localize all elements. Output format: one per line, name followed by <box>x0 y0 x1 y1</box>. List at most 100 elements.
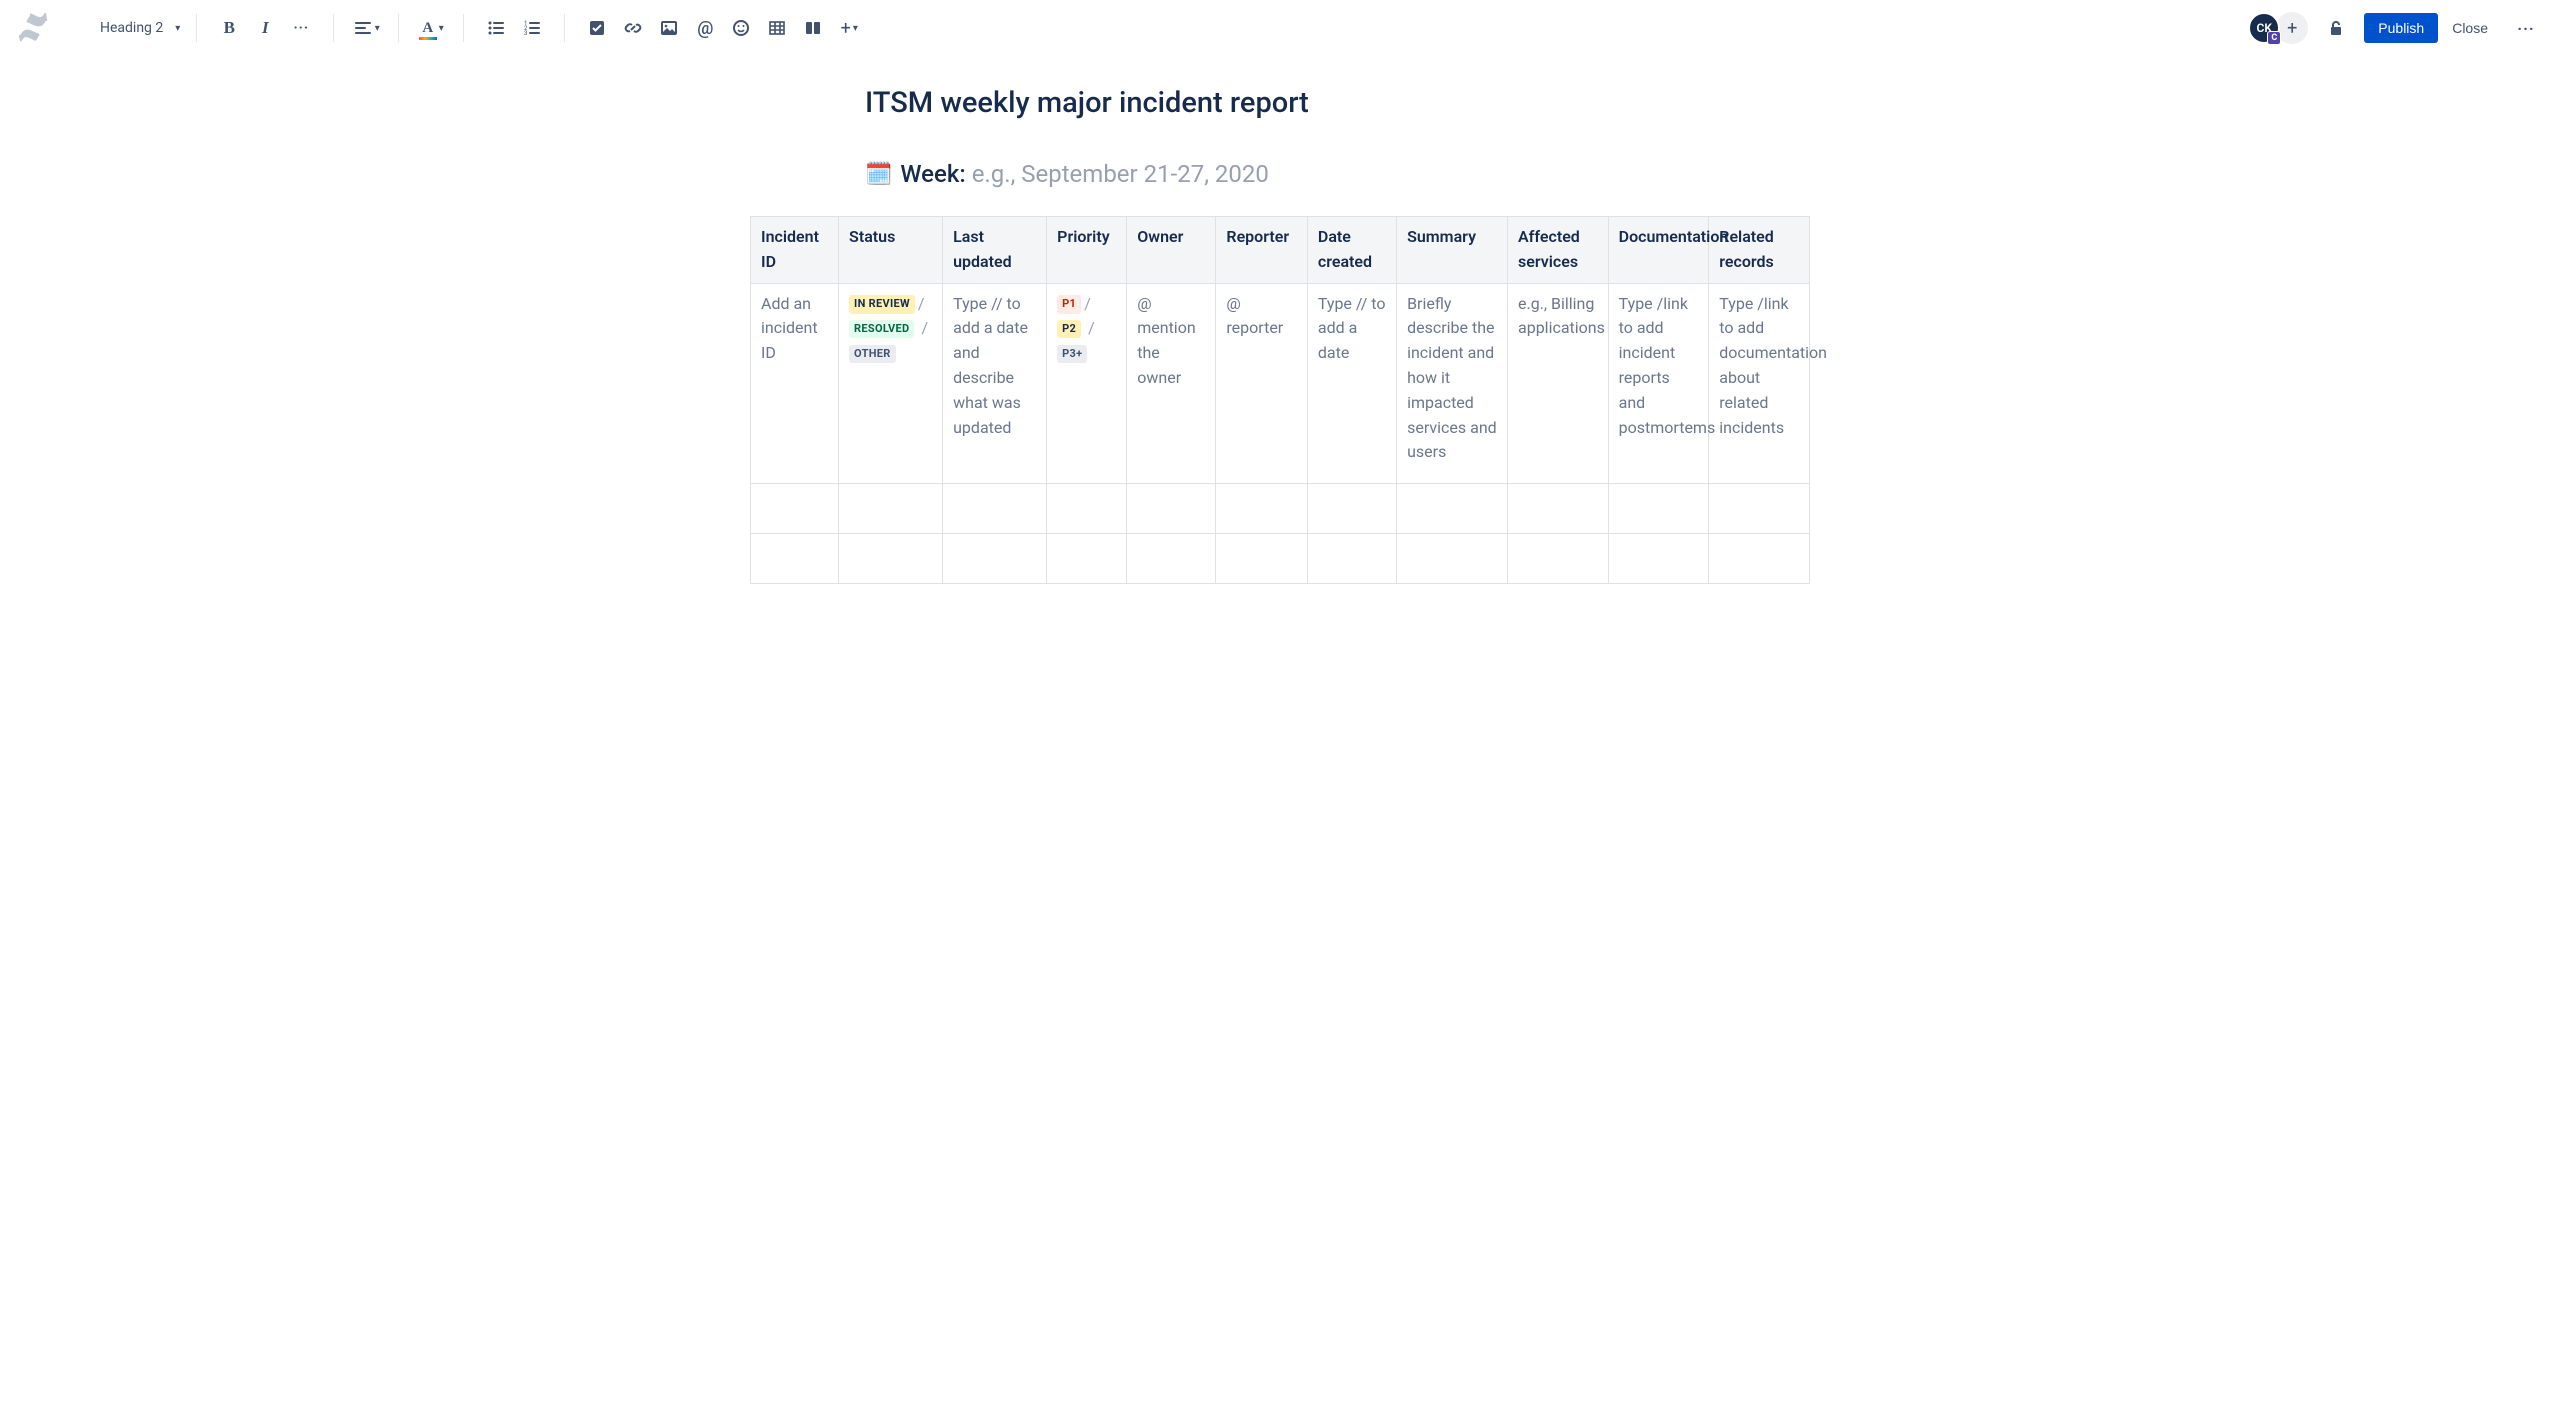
cell-empty[interactable] <box>1216 484 1307 534</box>
italic-button[interactable]: I <box>249 12 281 44</box>
priority-p1-lozenge: P1 <box>1057 295 1081 313</box>
cell-affected[interactable]: e.g., Billing applications <box>1508 283 1609 484</box>
cell-status[interactable]: IN REVIEW/ RESOLVED / OTHER <box>839 283 943 484</box>
th-status[interactable]: Status <box>839 217 943 284</box>
action-item-button[interactable] <box>581 12 613 44</box>
close-button[interactable]: Close <box>2440 13 2500 43</box>
status-in-review-lozenge: IN REVIEW <box>849 295 915 313</box>
cell-empty[interactable] <box>943 534 1047 584</box>
cell-documentation[interactable]: Type /link to add incident reports and p… <box>1608 283 1709 484</box>
cell-empty[interactable] <box>751 484 839 534</box>
slash: / <box>1088 318 1095 337</box>
emoji-button[interactable] <box>725 12 757 44</box>
cell-empty[interactable] <box>1047 484 1127 534</box>
editor-content[interactable]: ITSM weekly major incident report 🗓️ Wee… <box>730 56 1830 644</box>
more-formatting-button[interactable]: ··· <box>285 12 317 44</box>
cell-empty[interactable] <box>751 534 839 584</box>
cell-empty[interactable] <box>1397 534 1508 584</box>
th-documentation[interactable]: Documentation <box>1608 217 1709 284</box>
mention-button[interactable]: @ <box>689 12 721 44</box>
bullet-list-button[interactable] <box>480 12 512 44</box>
separator <box>564 14 565 42</box>
th-last-updated[interactable]: Last updated <box>943 217 1047 284</box>
text-style-label: Heading 2 <box>100 20 163 36</box>
cell-empty[interactable] <box>1397 484 1508 534</box>
table-button[interactable] <box>761 12 793 44</box>
cell-empty[interactable] <box>1047 534 1127 584</box>
cell-empty[interactable] <box>1307 534 1396 584</box>
bold-button[interactable]: B <box>213 12 245 44</box>
cell-empty[interactable] <box>1709 534 1810 584</box>
cell-empty[interactable] <box>839 534 943 584</box>
restrictions-button[interactable] <box>2320 12 2352 44</box>
editor-toolbar: Heading 2 ▾ B I ··· ▾ A ▾ 123 <box>0 0 2560 56</box>
add-collaborator-button[interactable]: + <box>2276 12 2308 44</box>
publish-button[interactable]: Publish <box>2364 13 2438 43</box>
cell-empty[interactable] <box>839 484 943 534</box>
cell-empty[interactable] <box>1508 534 1609 584</box>
cell-last-updated[interactable]: Type // to add a date and describe what … <box>943 283 1047 484</box>
cell-date-created[interactable]: Type // to add a date <box>1307 283 1396 484</box>
separator <box>398 14 399 42</box>
cell-empty[interactable] <box>1709 484 1810 534</box>
chevron-down-icon: ▾ <box>853 23 858 34</box>
th-summary[interactable]: Summary <box>1397 217 1508 284</box>
chevron-down-icon: ▾ <box>375 23 380 34</box>
th-date-created[interactable]: Date created <box>1307 217 1396 284</box>
confluence-logo <box>18 13 48 43</box>
insert-more-button[interactable]: +▾ <box>833 12 865 44</box>
collaborators: CK C + <box>2248 12 2308 44</box>
th-owner[interactable]: Owner <box>1127 217 1216 284</box>
th-reporter[interactable]: Reporter <box>1216 217 1307 284</box>
incident-table[interactable]: Incident ID Status Last updated Priority… <box>750 216 1810 584</box>
slash: / <box>1084 294 1091 313</box>
cell-empty[interactable] <box>1508 484 1609 534</box>
numbered-list-button[interactable]: 123 <box>516 12 548 44</box>
table-row-empty[interactable] <box>751 484 1810 534</box>
cell-priority[interactable]: P1/ P2 / P3+ <box>1047 283 1127 484</box>
svg-text:3: 3 <box>524 30 527 37</box>
align-button[interactable]: ▾ <box>350 12 382 44</box>
cell-related[interactable]: Type /link to add documentation about re… <box>1709 283 1810 484</box>
image-button[interactable] <box>653 12 685 44</box>
calendar-icon: 🗓️ <box>865 162 892 187</box>
separator <box>333 14 334 42</box>
slash: / <box>918 294 925 313</box>
cell-owner[interactable]: @ mention the owner <box>1127 283 1216 484</box>
chevron-down-icon: ▾ <box>175 23 180 34</box>
cell-summary[interactable]: Briefly describe the incident and how it… <box>1397 283 1508 484</box>
table-row-empty[interactable] <box>751 534 1810 584</box>
week-placeholder: e.g., September 21-27, 2020 <box>972 160 1269 188</box>
link-button[interactable] <box>617 12 649 44</box>
cell-empty[interactable] <box>1127 484 1216 534</box>
cell-incident-id[interactable]: Add an incident ID <box>751 283 839 484</box>
avatar-ck[interactable]: CK C <box>2248 12 2280 44</box>
separator <box>463 14 464 42</box>
th-incident-id[interactable]: Incident ID <box>751 217 839 284</box>
table-header-row: Incident ID Status Last updated Priority… <box>751 217 1810 284</box>
th-affected[interactable]: Affected services <box>1508 217 1609 284</box>
status-resolved-lozenge: RESOLVED <box>849 320 914 338</box>
page-title[interactable]: ITSM weekly major incident report <box>865 86 1810 120</box>
th-related[interactable]: Related records <box>1709 217 1810 284</box>
priority-p2-lozenge: P2 <box>1057 320 1081 338</box>
cell-empty[interactable] <box>1127 534 1216 584</box>
layouts-button[interactable] <box>797 12 829 44</box>
cell-empty[interactable] <box>943 484 1047 534</box>
week-heading[interactable]: 🗓️ Week: e.g., September 21-27, 2020 <box>865 160 1810 188</box>
slash: / <box>921 318 928 337</box>
status-other-lozenge: OTHER <box>849 345 896 363</box>
cell-empty[interactable] <box>1608 534 1709 584</box>
week-label: Week: <box>900 160 965 188</box>
cell-empty[interactable] <box>1216 534 1307 584</box>
avatar-badge: C <box>2267 31 2281 45</box>
text-color-button[interactable]: A ▾ <box>415 12 447 44</box>
th-priority[interactable]: Priority <box>1047 217 1127 284</box>
cell-reporter[interactable]: @ reporter <box>1216 283 1307 484</box>
cell-empty[interactable] <box>1307 484 1396 534</box>
chevron-down-icon: ▾ <box>439 23 444 34</box>
text-style-selector[interactable]: Heading 2 ▾ <box>90 12 190 44</box>
table-row[interactable]: Add an incident ID IN REVIEW/ RESOLVED /… <box>751 283 1810 484</box>
more-actions-button[interactable]: ··· <box>2510 12 2542 44</box>
cell-empty[interactable] <box>1608 484 1709 534</box>
